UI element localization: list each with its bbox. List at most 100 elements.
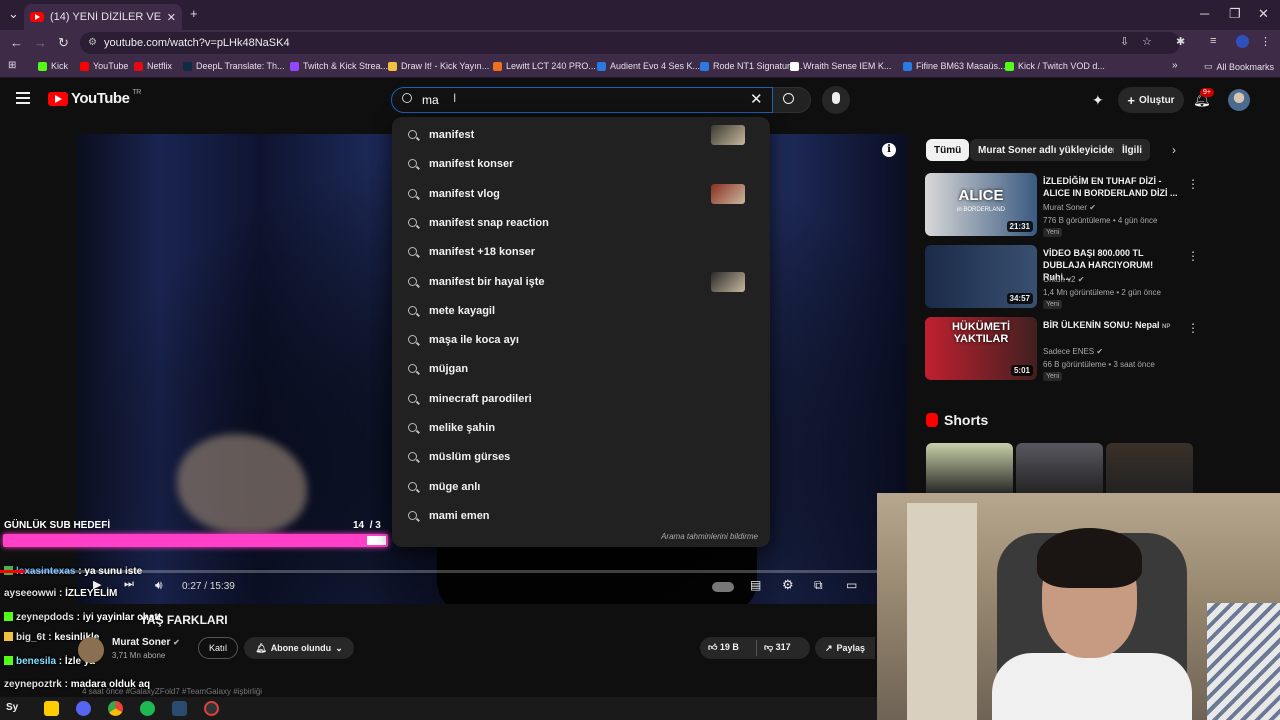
like-button[interactable]: 👍︎ 19 B: [708, 642, 739, 653]
channel-name[interactable]: Murat Soner ✔: [112, 637, 180, 648]
theater-mode-icon[interactable]: ▭: [846, 578, 857, 592]
more-options-icon[interactable]: ⋮: [1187, 177, 1199, 191]
search-button[interactable]: [773, 87, 811, 113]
search-box[interactable]: I ✕: [391, 87, 773, 113]
media-icon[interactable]: ≡: [1210, 35, 1216, 47]
minimize-icon[interactable]: ─: [1200, 6, 1209, 21]
site-info-icon[interactable]: ⚙: [88, 32, 97, 54]
bookmark-item[interactable]: Rode NT1 Signature...: [700, 61, 803, 71]
browser-menu-icon[interactable]: ⋮: [1260, 35, 1271, 48]
suggestion-item[interactable]: müjgan: [392, 355, 770, 383]
settings-gear-icon[interactable]: ⚙: [782, 577, 794, 593]
suggestion-item[interactable]: manifest bir hayal işte: [392, 268, 770, 296]
bookmark-item[interactable]: Draw It! - Kick Yayın...: [388, 61, 489, 71]
filter-chip[interactable]: Murat Soner adlı yükleyiciden: [970, 139, 1128, 161]
autoplay-toggle[interactable]: [712, 582, 734, 592]
video-info-icon[interactable]: i: [882, 143, 896, 157]
clear-search-icon[interactable]: ✕: [750, 90, 763, 108]
voice-search-button[interactable]: [822, 86, 850, 114]
restore-icon[interactable]: ❐: [1229, 6, 1241, 22]
bookmark-item[interactable]: YouTube: [80, 61, 128, 71]
suggestion-item[interactable]: manifest: [392, 121, 770, 149]
short-thumbnail[interactable]: [926, 443, 1013, 495]
steam-icon[interactable]: [172, 701, 187, 716]
all-bookmarks[interactable]: ▭ All Bookmarks: [1204, 61, 1274, 72]
extensions-icon[interactable]: ✱: [1176, 35, 1185, 48]
dislike-button[interactable]: 👎︎ 317: [764, 642, 791, 653]
related-video-channel[interactable]: Sadece ENES ✔: [1043, 347, 1103, 356]
suggestion-item[interactable]: manifest konser: [392, 150, 770, 178]
related-video[interactable]: ALICE in BORDERLAND 21:31 İZLEDİĞİM EN TUHA…: [925, 173, 1199, 237]
bookmark-item[interactable]: DeepL Translate: Th...: [183, 61, 285, 71]
bookmark-star-icon[interactable]: ☆: [1142, 35, 1152, 48]
back-icon[interactable]: ←: [10, 35, 23, 50]
channel-avatar[interactable]: [78, 637, 104, 663]
subscribed-button[interactable]: 🔔︎ Abone olundu ⌄: [244, 637, 354, 659]
youtube-logo[interactable]: YouTube TR: [48, 89, 141, 107]
forward-icon[interactable]: →: [34, 35, 47, 50]
subtitles-icon[interactable]: ▤: [750, 578, 761, 592]
join-button[interactable]: Katıl: [198, 637, 238, 659]
related-video-channel[interactable]: Orkun v2 ✔: [1043, 275, 1084, 284]
suggestion-item[interactable]: maşa ile koca ayı: [392, 326, 770, 354]
filter-chip[interactable]: İlgili: [1114, 139, 1150, 161]
account-avatar[interactable]: [1228, 89, 1250, 111]
short-thumbnail[interactable]: [1106, 443, 1193, 495]
suggestion-item[interactable]: manifest +18 konser: [392, 238, 770, 266]
bookmark-item[interactable]: Netflix: [134, 61, 172, 71]
suggestion-item[interactable]: mami emen: [392, 502, 770, 530]
cast-icon[interactable]: ✦: [1092, 92, 1104, 109]
file-explorer-icon[interactable]: [44, 701, 59, 716]
profile-icon[interactable]: [1236, 35, 1249, 48]
discord-icon[interactable]: [76, 701, 91, 716]
tab-close-icon[interactable]: ✕: [167, 11, 176, 24]
install-app-icon[interactable]: ⇩: [1120, 35, 1129, 48]
search-input[interactable]: [422, 91, 742, 109]
related-video-title[interactable]: İZLEDİĞİM EN TUHAF DİZİ - ALICE IN BORDE…: [1043, 175, 1181, 199]
bookmarks-overflow-icon[interactable]: »: [1172, 60, 1178, 71]
related-video-title[interactable]: BİR ÜLKENİN SONU: Nepal NP: [1043, 319, 1181, 333]
new-tab-icon[interactable]: +: [190, 6, 198, 21]
related-video[interactable]: 34:57 VİDEO BAŞI 800.000 TL DUBLAJA HARCI…: [925, 245, 1199, 309]
play-icon[interactable]: ▶: [93, 578, 101, 591]
filter-chip[interactable]: Tümü: [926, 139, 970, 161]
omnibox[interactable]: ⚙ youtube.com/watch?v=pLHk48NaSK4: [80, 32, 1180, 54]
video-progress-bar[interactable]: [0, 570, 877, 573]
description-snippet[interactable]: 4 saat önce #GalaxyZFold7 #TeamGalaxy #i…: [82, 687, 262, 696]
bookmark-item[interactable]: Lewitt LCT 240 PRO...: [493, 61, 596, 71]
reload-icon[interactable]: ↻: [58, 35, 69, 51]
bookmark-item[interactable]: Audient Evo 4 Ses K...: [597, 61, 700, 71]
report-predictions-link[interactable]: Arama tahminlerini bildirme: [661, 532, 758, 541]
create-button[interactable]: + Oluştur: [1118, 87, 1184, 113]
related-video-thumbnail[interactable]: 34:57: [925, 245, 1037, 308]
more-options-icon[interactable]: ⋮: [1187, 321, 1199, 335]
menu-icon[interactable]: [16, 92, 30, 104]
bookmark-item[interactable]: Kick: [38, 61, 68, 71]
share-button[interactable]: ↗ Paylaş: [815, 637, 875, 659]
suggestion-item[interactable]: melike şahin: [392, 414, 770, 442]
more-options-icon[interactable]: ⋮: [1187, 249, 1199, 263]
bookmark-item[interactable]: Kick / Twitch VOD d...: [1005, 61, 1105, 71]
related-video-thumbnail[interactable]: HÜKÜMETİ YAKTILAR 5:01: [925, 317, 1037, 380]
bookmark-item[interactable]: Fifine BM63 Masaüs...: [903, 61, 1006, 71]
chrome-icon[interactable]: [108, 701, 123, 716]
close-window-icon[interactable]: ✕: [1258, 6, 1269, 22]
short-thumbnail[interactable]: [1016, 443, 1103, 495]
related-video-channel[interactable]: Murat Soner ✔: [1043, 203, 1096, 212]
next-icon[interactable]: ⏭: [124, 578, 134, 591]
suggestion-item[interactable]: manifest vlog: [392, 180, 770, 208]
tab-search-icon[interactable]: ⌄: [8, 6, 19, 22]
apps-grid-icon[interactable]: ⊞: [8, 60, 16, 71]
taskbar-app-label[interactable]: Sy: [6, 702, 18, 713]
suggestion-item[interactable]: mete kayagil: [392, 297, 770, 325]
obs-icon[interactable]: [204, 701, 219, 716]
miniplayer-icon[interactable]: ⧉: [814, 578, 823, 593]
browser-tab-active[interactable]: (14) YENİ DİZİLER VE YAŞ FARKL ✕: [24, 4, 182, 30]
related-video[interactable]: HÜKÜMETİ YAKTILAR 5:01 BİR ÜLKENİN SONU: N…: [925, 317, 1199, 381]
suggestion-item[interactable]: müslüm gürses: [392, 443, 770, 471]
volume-icon[interactable]: 🔊︎: [155, 578, 163, 593]
suggestion-item[interactable]: minecraft parodileri: [392, 385, 770, 413]
suggestion-item[interactable]: manifest snap reaction: [392, 209, 770, 237]
related-video-thumbnail[interactable]: ALICE in BORDERLAND 21:31: [925, 173, 1037, 236]
bookmark-item[interactable]: Twitch & Kick Strea...: [290, 61, 388, 71]
